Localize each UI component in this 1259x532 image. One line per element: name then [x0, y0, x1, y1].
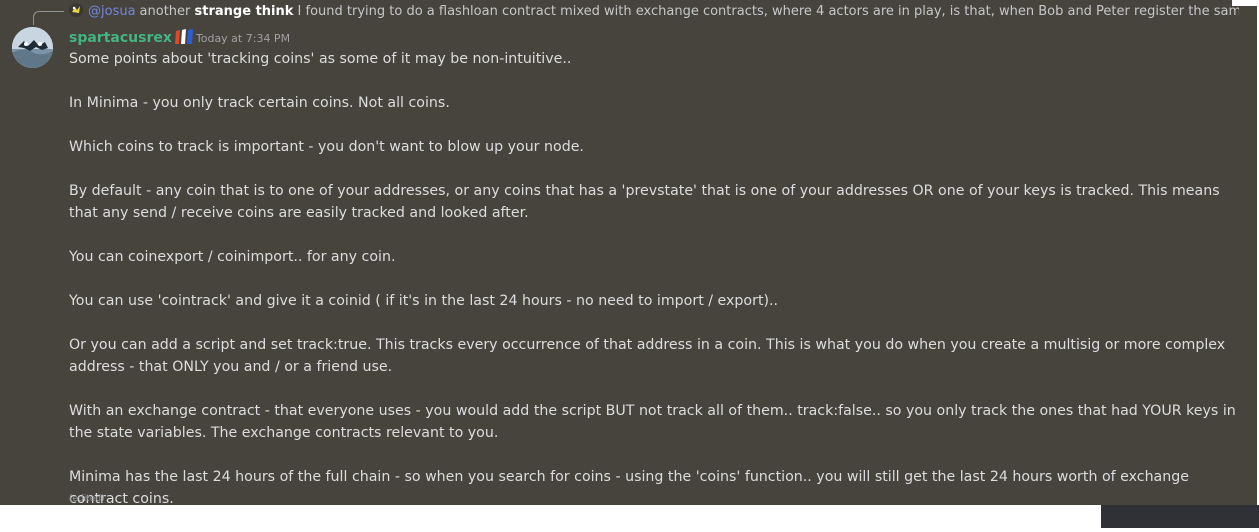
- message-paragraph: With an exchange contract - that everyon…: [69, 403, 1236, 441]
- edited-label: (edited): [69, 494, 105, 504]
- reply-text-before: another: [139, 4, 195, 19]
- message-paragraph: You can coinexport / coinimport.. for an…: [69, 249, 396, 265]
- reply-mention[interactable]: @josua: [88, 4, 136, 19]
- username[interactable]: spartacusrex: [69, 30, 172, 46]
- message-header: spartacusrex Today at 7:34 PM: [69, 28, 290, 46]
- flag-badge-icon: [174, 29, 194, 45]
- message-paragraph: Or you can add a script and set track:tr…: [69, 337, 1226, 375]
- message-paragraph: Some points about 'tracking coins' as so…: [69, 51, 572, 67]
- reply-text[interactable]: another strange think I found trying to …: [140, 4, 1239, 19]
- message-paragraph: Minima has the last 24 hours of the full…: [69, 469, 1189, 507]
- reply-text-after: I found trying to do a flashloan contrac…: [297, 4, 1239, 19]
- message-paragraph: In Minima - you only track certain coins…: [69, 95, 450, 111]
- message-paragraph: By default - any coin that is to one of …: [69, 183, 1220, 221]
- reply-text-bold: strange think: [194, 4, 294, 19]
- reply-avatar-icon[interactable]: [69, 3, 83, 17]
- message-content: Some points about 'tracking coins' as so…: [69, 48, 1239, 532]
- message-paragraph: Which coins to track is important - you …: [69, 139, 584, 155]
- timestamp: Today at 7:34 PM: [195, 32, 291, 45]
- reply-spine: [33, 11, 64, 25]
- avatar-icon[interactable]: [12, 27, 53, 68]
- message-paragraph: You can use 'cointrack' and give it a co…: [69, 293, 779, 309]
- reply-preview[interactable]: @josua another strange think I found tryi…: [69, 3, 1239, 21]
